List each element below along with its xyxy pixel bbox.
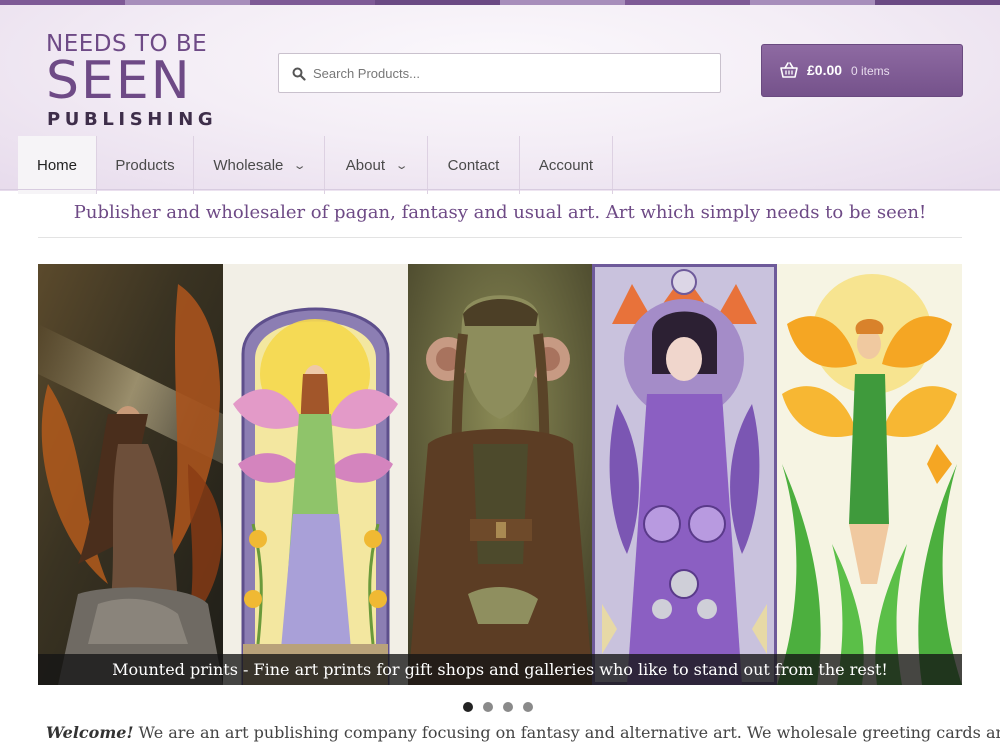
- nav-item-about[interactable]: About ⌄: [325, 136, 428, 194]
- purple-goddess-artwork: [592, 264, 778, 685]
- nav-item-label: Wholesale: [213, 156, 284, 174]
- nav-item-home[interactable]: Home: [18, 136, 97, 194]
- welcome-text: Welcome! We are an art publishing compan…: [46, 723, 1000, 742]
- slide-art-daffodil-fairy: [777, 264, 962, 685]
- welcome-body: We are an art publishing company focusin…: [133, 723, 1000, 742]
- slider-dot-4[interactable]: [523, 702, 533, 712]
- nav-item-products[interactable]: Products: [97, 136, 194, 194]
- slider-dot-2[interactable]: [483, 702, 493, 712]
- nav-item-account[interactable]: Account: [520, 136, 613, 194]
- slide-art-purple-goddess: [592, 264, 778, 685]
- nav-item-label: Products: [115, 156, 175, 174]
- logo-line-3: PUBLISHING: [47, 109, 218, 130]
- chevron-down-icon: ⌄: [293, 159, 307, 172]
- slider-dot-1[interactable]: [463, 702, 473, 712]
- nav-item-label: Home: [36, 156, 77, 174]
- slider-pagination: [463, 702, 533, 712]
- tagline-divider: [38, 237, 962, 238]
- flower-maiden-artwork: [222, 264, 408, 685]
- basket-icon: [780, 62, 798, 78]
- main-navigation: Home Products Wholesale ⌄ About ⌄ Contac…: [18, 136, 613, 194]
- product-search: [278, 53, 721, 93]
- search-input[interactable]: [313, 55, 713, 91]
- search-icon: [292, 67, 306, 81]
- site-logo[interactable]: NEEDS TO BE SEEN PUBLISHING: [46, 31, 213, 131]
- chevron-down-icon: ⌄: [394, 159, 409, 172]
- nav-item-label: Account: [538, 156, 594, 174]
- slider-dot-3[interactable]: [503, 702, 513, 712]
- site-header: NEEDS TO BE SEEN PUBLISHING £0.00 0 item…: [0, 5, 1000, 194]
- site-tagline: Publisher and wholesaler of pagan, fanta…: [73, 202, 927, 223]
- nav-item-label: Contact: [447, 156, 500, 174]
- daffodil-fairy-artwork: [777, 264, 962, 685]
- cart-item-count: 0 items: [851, 64, 890, 78]
- nav-item-contact[interactable]: Contact: [428, 136, 520, 194]
- nav-item-label: About: [345, 156, 385, 174]
- slide-art-green-woman: [407, 264, 593, 685]
- slide-caption: Mounted prints - Fine art prints for gif…: [38, 654, 962, 685]
- welcome-lead: Welcome!: [46, 723, 134, 742]
- nav-item-wholesale[interactable]: Wholesale ⌄: [194, 136, 325, 194]
- green-woman-artwork: [407, 264, 593, 685]
- logo-line-2: SEEN: [46, 51, 192, 111]
- slide-art-flower-maiden: [222, 264, 408, 685]
- cart-button[interactable]: £0.00 0 items: [761, 44, 963, 97]
- slide-art-autumn-fairy: [38, 264, 223, 685]
- header-divider: [0, 189, 1000, 190]
- cart-amount: £0.00: [807, 62, 843, 78]
- image-slider[interactable]: Mounted prints - Fine art prints for gif…: [38, 264, 962, 685]
- autumn-fairy-artwork: [38, 264, 223, 685]
